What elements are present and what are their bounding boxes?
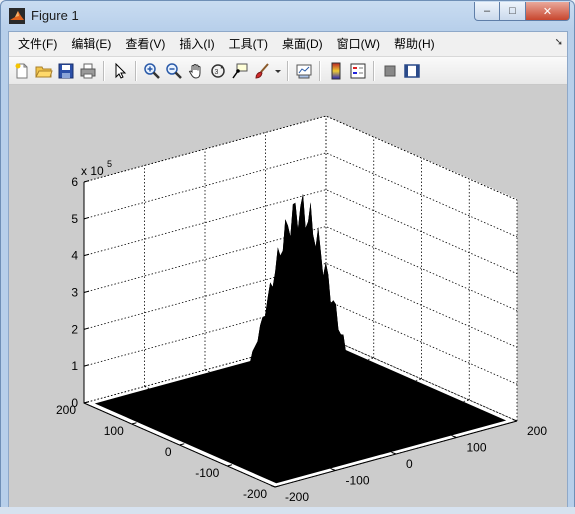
x-tick-label: -100 (346, 474, 370, 488)
y-tick-label: -200 (243, 487, 267, 501)
toolbar-separator (135, 60, 137, 81)
pan-hand-icon[interactable] (185, 60, 207, 82)
z-tick-label: 2 (71, 322, 78, 336)
z-tick-label: 6 (71, 175, 78, 189)
surface-plot[interactable]: 01234562001000-100-200 -200-1000100200 x … (9, 85, 567, 507)
z-tick-label: 3 (71, 286, 78, 300)
x-tick-label: 0 (406, 457, 413, 471)
background-strip (0, 507, 575, 514)
toolbar-separator (319, 60, 321, 81)
menu-bar: 文件(F) 编辑(E) 查看(V) 插入(I) 工具(T) 桌面(D) 窗口(W… (9, 32, 567, 56)
toolbar-separator (103, 60, 105, 81)
menu-view[interactable]: 查看(V) (118, 34, 172, 54)
title-bar[interactable]: Figure 1 ‒ □ ✕ (1, 1, 574, 31)
y-tick-label: 0 (165, 445, 172, 459)
rotate-3d-icon[interactable]: 3 (207, 60, 229, 82)
x-tick-label: -200 (285, 490, 309, 504)
insert-legend-icon[interactable] (347, 60, 369, 82)
menu-file[interactable]: 文件(F) (11, 34, 64, 54)
new-figure-icon[interactable] (11, 60, 33, 82)
figure-canvas[interactable]: 0 1 2 3 4 5 6 200 100 0 -100 -200 -200 -100 0 100 200 x … (9, 85, 567, 507)
zoom-in-icon[interactable] (141, 60, 163, 82)
y-tick-label: 100 (104, 424, 124, 438)
save-figure-icon[interactable] (55, 60, 77, 82)
y-tick-label: -100 (195, 466, 219, 480)
print-figure-icon[interactable] (77, 60, 99, 82)
z-tick-label: 4 (71, 249, 78, 263)
hide-plot-tools-icon[interactable] (379, 60, 401, 82)
toolbar-separator (373, 60, 375, 81)
menu-desktop[interactable]: 桌面(D) (275, 34, 330, 54)
show-plot-tools-icon[interactable] (401, 60, 423, 82)
figure-client-area: 文件(F) 编辑(E) 查看(V) 插入(I) 工具(T) 桌面(D) 窗口(W… (8, 31, 568, 508)
menu-insert[interactable]: 插入(I) (172, 34, 221, 54)
window-title: Figure 1 (31, 8, 79, 23)
matlab-logo-icon (9, 8, 25, 24)
zoom-out-icon[interactable] (163, 60, 185, 82)
figure-window: Figure 1 ‒ □ ✕ 文件(F) 编辑(E) 查看(V) 插入(I) 工… (0, 0, 575, 514)
z-exponent-power: 5 (107, 159, 112, 169)
toolbar-separator (287, 60, 289, 81)
edit-plot-arrow-icon[interactable] (109, 60, 131, 82)
pin-arrow-icon[interactable]: ➘ (555, 37, 563, 48)
z-tick-label: 5 (71, 212, 78, 226)
link-plot-icon[interactable] (293, 60, 315, 82)
x-tick-label: 100 (467, 441, 487, 455)
data-cursor-icon[interactable] (229, 60, 251, 82)
minimize-button[interactable]: ‒ (474, 2, 500, 21)
z-exponent-label: x 10 (81, 164, 104, 178)
x-tick-label: 200 (527, 424, 547, 438)
brush-dropdown-icon[interactable] (273, 60, 283, 82)
insert-colorbar-icon[interactable] (325, 60, 347, 82)
menu-tools[interactable]: 工具(T) (222, 34, 275, 54)
menu-edit[interactable]: 编辑(E) (64, 34, 118, 54)
brush-data-icon[interactable] (251, 60, 273, 82)
figure-toolbar: 3 (9, 56, 567, 85)
y-tick-label: 200 (56, 403, 76, 417)
z-tick-label: 1 (71, 359, 78, 373)
close-button[interactable]: ✕ (526, 2, 570, 21)
svg-text:3: 3 (215, 69, 219, 76)
maximize-button[interactable]: □ (500, 2, 526, 21)
open-file-icon[interactable] (33, 60, 55, 82)
menu-window[interactable]: 窗口(W) (330, 34, 387, 54)
menu-help[interactable]: 帮助(H) (387, 34, 442, 54)
